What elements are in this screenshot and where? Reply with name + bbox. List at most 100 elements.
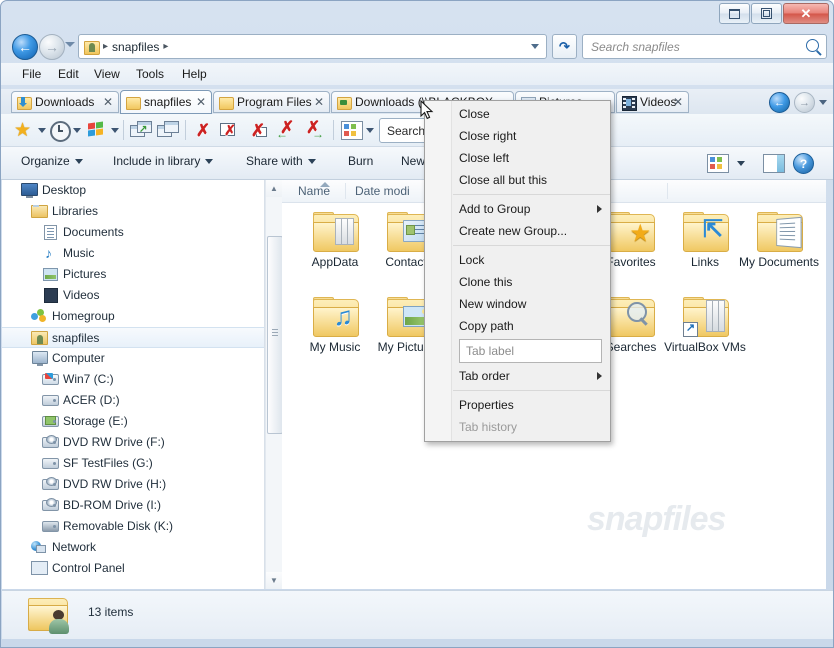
column-separator[interactable] — [345, 183, 346, 199]
address-input[interactable]: ▸ snapfiles ▸ — [78, 34, 547, 59]
scroll-up-icon[interactable]: ▲ — [266, 180, 282, 197]
context-menu-item-tab-order[interactable]: Tab order — [425, 365, 610, 387]
menu-file[interactable]: File — [17, 66, 46, 82]
menu-view[interactable]: View — [89, 66, 125, 82]
chevron-down-icon[interactable] — [531, 44, 539, 49]
tab-close-icon[interactable]: ✕ — [314, 95, 324, 109]
nav-item-storage-e[interactable]: Storage (E:) — [2, 411, 264, 430]
back-button[interactable]: ← — [12, 34, 38, 60]
menu-help[interactable]: Help — [177, 66, 212, 82]
nav-item-homegroup[interactable]: Homegroup — [2, 306, 264, 325]
context-menu-item-new-window[interactable]: New window — [425, 293, 610, 315]
tab-context-menu[interactable]: Close Close right Close left Close all b… — [424, 100, 611, 442]
nav-item-acer-d[interactable]: ACER (D:) — [2, 390, 264, 409]
tab-videos[interactable]: Videos ✕ — [616, 91, 689, 113]
navigation-pane[interactable]: Desktop Libraries Documents ♪ Music Pictu… — [2, 180, 264, 589]
include-in-library-button[interactable]: Include in library — [113, 154, 214, 168]
help-button[interactable]: ? — [793, 153, 814, 174]
favorites-button[interactable]: ★ — [13, 118, 46, 142]
nav-item-removable-k[interactable]: Removable Disk (K:) — [2, 516, 264, 535]
nav-item-computer[interactable]: Computer — [2, 348, 264, 367]
breadcrumb-snapfiles[interactable]: snapfiles — [112, 40, 159, 54]
context-menu-item-clone-this[interactable]: Clone this — [425, 271, 610, 293]
context-menu-item-close-all-but-this[interactable]: Close all but this — [425, 169, 610, 191]
breadcrumb-separator: ▸ — [103, 41, 109, 52]
views-button[interactable] — [341, 118, 374, 142]
refresh-button[interactable]: ↷ — [552, 34, 577, 59]
clone-tab-button[interactable] — [157, 118, 179, 142]
minimize-button[interactable] — [719, 3, 750, 24]
nav-item-videos[interactable]: Videos — [2, 285, 264, 304]
tab-prev-button[interactable]: ← — [769, 92, 790, 113]
maximize-button[interactable] — [751, 3, 782, 24]
nav-item-documents[interactable]: Documents — [2, 222, 264, 241]
nav-item-testfiles-g[interactable]: SF TestFiles (G:) — [2, 453, 264, 472]
close-button[interactable]: ✕ — [783, 3, 829, 24]
chevron-down-icon[interactable] — [111, 127, 119, 133]
toolbar-search-label: Search — [387, 123, 426, 138]
nav-item-network[interactable]: Network — [2, 537, 264, 556]
share-with-button[interactable]: Share with — [246, 154, 316, 168]
nav-item-snapfiles[interactable]: snapfiles — [2, 327, 264, 348]
history-button[interactable] — [48, 118, 81, 142]
column-separator[interactable] — [667, 183, 668, 199]
close-left-tabs-button[interactable]: ✗ ← — [275, 118, 297, 142]
menu-tools[interactable]: Tools — [131, 66, 169, 82]
context-menu-item-add-to-group[interactable]: Add to Group — [425, 198, 610, 220]
scroll-down-icon[interactable]: ▼ — [266, 572, 282, 589]
search-input[interactable]: Search snapfiles — [582, 34, 827, 59]
nav-item-dvd-f[interactable]: DVD RW Drive (F:) — [2, 432, 264, 451]
chevron-down-icon[interactable] — [38, 127, 46, 133]
close-tab-button[interactable]: ✗ — [192, 118, 214, 142]
nav-item-dvd-h[interactable]: DVD RW Drive (H:) — [2, 474, 264, 493]
burn-button[interactable]: Burn — [348, 154, 373, 168]
nav-label: snapfiles — [52, 330, 100, 345]
nav-item-libraries[interactable]: Libraries — [2, 201, 264, 220]
nav-item-desktop[interactable]: Desktop — [2, 180, 264, 199]
nav-item-control-panel[interactable]: Control Panel — [2, 558, 264, 577]
context-menu-item-properties[interactable]: Properties — [425, 394, 610, 416]
tab-downloads[interactable]: Downloads ✕ — [11, 91, 119, 113]
chevron-down-icon[interactable] — [366, 127, 374, 133]
music-icon: ♪ — [45, 245, 52, 261]
chevron-down-icon[interactable] — [73, 127, 81, 133]
context-menu-item-close-left[interactable]: Close left — [425, 147, 610, 169]
tab-list-dropdown-icon[interactable] — [819, 100, 827, 105]
cmd-views-button[interactable] — [707, 154, 745, 173]
file-item-virtualbox-vms[interactable]: ↗ VirtualBox VMs — [662, 297, 748, 354]
column-header-name[interactable]: Name — [298, 182, 330, 198]
context-menu-item-lock[interactable]: Lock — [425, 249, 610, 271]
tab-program-files[interactable]: Program Files ✕ — [213, 91, 330, 113]
tab-label-input[interactable]: Tab label — [459, 339, 602, 363]
context-menu-item-close[interactable]: Close — [425, 103, 610, 125]
breadcrumb-separator-end[interactable]: ▸ — [163, 41, 168, 52]
folder-icon — [311, 212, 359, 253]
close-right-tabs-button[interactable]: ✗ → — [303, 118, 325, 142]
history-dropdown-icon[interactable] — [65, 42, 75, 47]
close-window-button[interactable]: ✗ — [219, 118, 241, 142]
tab-close-icon[interactable]: ✕ — [673, 95, 683, 109]
context-menu-item-create-new-group[interactable]: Create new Group... — [425, 220, 610, 242]
file-item-my-documents[interactable]: My Documents — [736, 212, 822, 269]
forward-button[interactable]: → — [39, 34, 65, 60]
preview-pane-button[interactable] — [763, 154, 785, 173]
close-all-tabs-button[interactable]: ✗ — [247, 118, 269, 142]
nav-item-win7-c[interactable]: Win7 (C:) — [2, 369, 264, 388]
nav-item-music[interactable]: ♪ Music — [2, 243, 264, 262]
new-folder-button[interactable]: New — [401, 154, 425, 168]
scrollbar-thumb[interactable] — [267, 236, 283, 434]
navigation-pane-scrollbar[interactable]: ▲ ▼ — [265, 180, 283, 589]
nav-item-pictures[interactable]: Pictures — [2, 264, 264, 283]
context-menu-item-copy-path[interactable]: Copy path — [425, 315, 610, 337]
context-menu-item-close-right[interactable]: Close right — [425, 125, 610, 147]
quick-launch-button[interactable] — [86, 118, 119, 142]
nav-item-bdrom-i[interactable]: BD-ROM Drive (I:) — [2, 495, 264, 514]
menu-edit[interactable]: Edit — [53, 66, 84, 82]
tab-close-icon[interactable]: ✕ — [196, 95, 206, 109]
column-header-date-modified[interactable]: Date modi — [355, 184, 410, 198]
tab-next-button[interactable]: → — [794, 92, 815, 113]
tab-snapfiles[interactable]: snapfiles ✕ — [120, 90, 212, 114]
new-tab-button[interactable]: ↗ — [130, 118, 152, 142]
organize-button[interactable]: Organize — [21, 154, 83, 168]
tab-close-icon[interactable]: ✕ — [103, 95, 113, 109]
